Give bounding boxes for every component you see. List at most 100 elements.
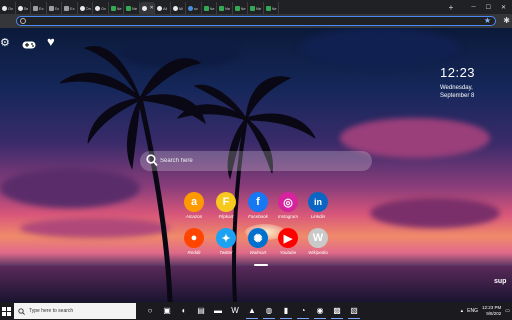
taskbar-search-box[interactable]: Type here to search [14,303,136,319]
app-3-icon[interactable]: ▧ [348,303,360,319]
tab-title: Ne [116,5,122,11]
office-icon[interactable]: W [229,303,241,319]
language-indicator[interactable]: ENG [467,308,478,314]
shortcut-flipkart[interactable]: F Flipkart [209,192,243,219]
tab-favicon-icon [203,5,209,11]
shortcut-wikipedia[interactable]: W Wikipedia [301,228,335,255]
edge-2-icon[interactable]: ◔ [297,303,309,319]
tab-title: Ne [256,5,262,11]
close-window-button[interactable]: ✕ [501,4,506,11]
shortcut-label: Reddit [187,250,201,255]
bookmark-star-icon[interactable]: ★ [484,16,491,25]
tab-favicon-icon [126,5,131,11]
tab-title: Ne [271,5,277,11]
browser-tab[interactable]: ✕ [139,2,155,14]
photos-icon[interactable]: ▲ [246,303,258,319]
browser-tab[interactable]: Ne [248,2,264,14]
browser-tab[interactable]: On [93,2,109,14]
browser-toolbar: ★ ✱ [0,14,512,28]
browser-tab[interactable]: On [0,2,16,14]
heart-icon[interactable]: ♥ [47,34,55,49]
browser-tab[interactable]: Ex [31,2,47,14]
browser-tab[interactable]: sc [186,2,202,14]
explorer-icon[interactable]: ▬ [212,303,224,319]
address-bar[interactable]: ★ [16,16,496,26]
date: Wednesday, September 8 [440,84,500,100]
tab-title: Ne [209,5,215,11]
store-icon[interactable]: ▤ [195,303,207,319]
search-input[interactable] [160,155,360,167]
shortcut-twitter[interactable]: ✦ Twitter [209,228,243,255]
youtube-icon: ▶ [278,228,298,248]
date-weekday: Wednesday, [440,85,473,91]
shortcut-facebook[interactable]: f Facebook [241,192,275,219]
tab-title: On [85,5,91,11]
shortcut-reddit[interactable]: ● Reddit [177,228,211,255]
browser-tab[interactable]: Ne [202,2,217,14]
tab-title: Ex [39,5,44,11]
tab-favicon-icon [79,5,85,11]
shortcut-instagram[interactable]: ◎ Instagram [271,192,305,219]
facebook-icon: f [248,192,268,212]
cortana-icon[interactable]: ○ [144,303,156,319]
maximize-button[interactable]: ☐ [486,4,491,11]
browser-tab[interactable]: Ne [264,2,279,14]
tab-favicon-icon [188,5,193,11]
tray-clock[interactable]: 12:23 PM 9/8/202 [482,305,501,317]
new-tab-page: ⚙ ♥ 12:23 Wednesday, September 8 a Amazon… [0,28,512,302]
notifications-icon[interactable]: ▭ [505,308,510,314]
whatsapp-icon[interactable]: ◍ [263,303,275,319]
tab-favicon-icon [219,5,224,11]
tab-favicon-icon [234,5,240,11]
shortcut-linkdin[interactable]: in Linkdin [301,192,335,219]
taskbar-apps: ○ ▣ ◐ ▤ ▬ W ▲ ◍ ▮ ◔ ◉ ▩ ▧ [144,303,360,319]
shortcut-walmart[interactable]: ✺ Walmart [241,228,275,255]
search-bar [140,151,372,171]
app-1-icon[interactable]: ▮ [280,303,292,319]
linkdin-icon: in [308,192,328,212]
minimize-button[interactable]: ─ [471,4,475,11]
windows-start-icon[interactable] [2,306,11,316]
browser-tab[interactable]: Ali [155,2,171,14]
browser-tab[interactable]: Ne [233,2,248,14]
shortcut-label: Twitter [219,250,233,255]
shortcut-youtube[interactable]: ▶ Youtube [271,228,305,255]
tab-favicon-icon [265,5,271,11]
page-indicator [254,264,268,266]
system-tray: ▴ ENG 12:23 PM 9/8/202 ▭ [461,305,510,317]
browser-tab-strip: On Se Ex Ex Ex On On Ne Ne ✕ Ali Ali sc Ne Ne Ne Ne Ne + … [0,0,512,14]
search-icon [146,154,158,167]
gamepad-icon[interactable] [22,37,36,55]
browser-tab[interactable]: Ali [171,2,186,14]
shortcut-amazon[interactable]: a Amazon [177,192,211,219]
browser-tab[interactable]: Se [16,2,31,14]
tab-favicon-icon [157,5,162,11]
browser-tab[interactable]: Ex [62,2,78,14]
chrome-icon[interactable]: ◉ [314,303,326,319]
tab-favicon-icon [172,5,178,11]
close-tab-icon[interactable]: ✕ [150,5,154,11]
browser-tab[interactable]: Ex [47,2,62,14]
browser-tab[interactable]: Ne [217,2,233,14]
task-view-icon[interactable]: ▣ [161,303,173,319]
puzzle-icon [48,5,54,11]
tray-date: 9/8/202 [486,311,502,316]
tab-title: sc [194,5,198,11]
reddit-icon: ● [184,228,204,248]
tab-title: On [101,5,107,11]
app-2-icon[interactable]: ▩ [331,303,343,319]
edge-icon[interactable]: ◐ [178,303,190,319]
date-month-day: September 8 [440,93,475,99]
network-icon[interactable]: ▴ [461,308,464,314]
clock: 12:23 [440,65,476,80]
instagram-icon: ◎ [278,192,298,212]
browser-tab[interactable]: Ne [109,2,124,14]
new-tab-button[interactable]: + [449,3,454,12]
flipkart-icon: F [216,192,236,212]
browser-tab[interactable]: Ne [124,2,140,14]
extensions-icon[interactable]: ✱ [503,16,510,25]
search-icon [18,307,25,315]
shortcut-label: Walmart [249,250,267,255]
browser-tab[interactable]: On [78,2,93,14]
gear-icon[interactable]: ⚙ [0,36,10,49]
